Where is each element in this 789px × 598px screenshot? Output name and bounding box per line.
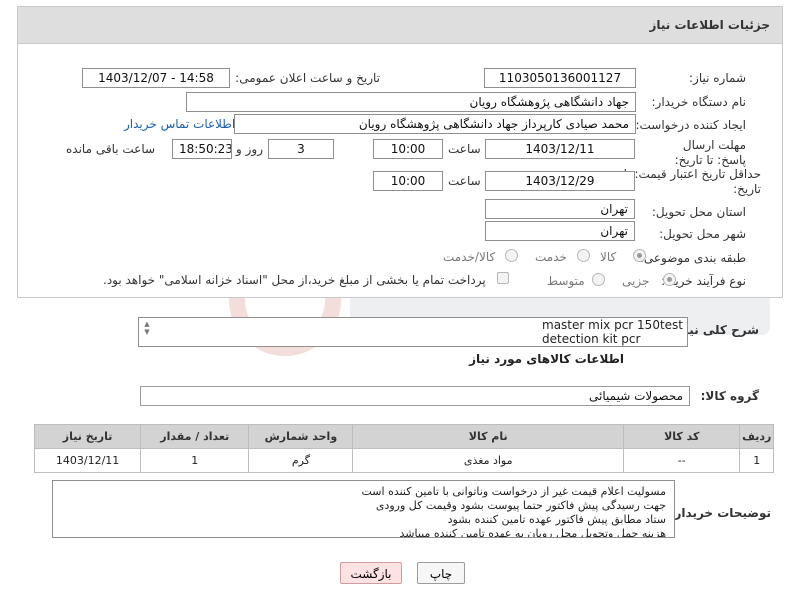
- cell-qty: 1: [140, 448, 250, 473]
- price-validity-label: حداقل تاریخ اعتبار قیمت: تا تاریخ:: [623, 167, 761, 196]
- purchase-radio-partial[interactable]: [663, 273, 676, 286]
- goods-info-title: اطلاعات کالاهای مورد نیاز: [469, 352, 624, 366]
- buyer-org-label: نام دستگاه خریدار:: [651, 95, 747, 109]
- buyer-notes-label: توضیحات خریدار:: [669, 506, 771, 520]
- print-button[interactable]: چاپ: [417, 562, 465, 584]
- cell-unit: گرم: [248, 448, 354, 473]
- announce-datetime-label: تاریخ و ساعت اعلان عمومی:: [235, 71, 380, 85]
- price-validity-time-label: ساعت: [448, 174, 481, 188]
- requester-label: ایجاد کننده درخواست:: [635, 118, 746, 132]
- buyer-notes-line-4: هزینه حمل وتحویل محل رویان به عهده تامین…: [399, 527, 666, 538]
- buyer-notes-line-1: مسولیت اعلام قیمت غیر از درخواست وناتوان…: [361, 485, 667, 498]
- requester-field[interactable]: محمد صیادی کارپرداز جهاد دانشگاهی پژوهشگ…: [234, 114, 636, 134]
- cell-name: مواد مغذی: [352, 448, 624, 473]
- category-radio-service[interactable]: [577, 249, 590, 262]
- price-validity-date-field[interactable]: 1403/12/29: [485, 171, 635, 191]
- remaining-time-label: ساعت باقی مانده: [66, 142, 156, 156]
- col-unit: واحد شمارش: [248, 424, 354, 449]
- col-qty: تعداد / مقدار: [140, 424, 250, 449]
- goods-table: ردیف کد کالا نام کالا واحد شمارش تعداد /…: [33, 424, 774, 473]
- goods-group-field[interactable]: محصولات شیمیائی: [140, 386, 690, 406]
- back-button[interactable]: بازگشت: [340, 562, 402, 584]
- description-line-2: detection kit pcr: [542, 332, 641, 346]
- goods-table-header: ردیف کد کالا نام کالا واحد شمارش تعداد /…: [33, 424, 774, 449]
- purchase-radio-medium[interactable]: [592, 273, 605, 286]
- category-label: طبقه بندی موضوعی:: [639, 251, 746, 265]
- treasury-payment-note: پرداخت تمام یا بخشی از مبلغ خرید،از محل …: [103, 273, 486, 287]
- buyer-notes-textarea[interactable]: مسولیت اعلام قیمت غیر از درخواست وناتوان…: [52, 480, 675, 538]
- category-radio-goods[interactable]: [633, 249, 646, 262]
- col-index: ردیف: [739, 424, 774, 449]
- city-field[interactable]: تهران: [485, 221, 635, 241]
- goods-group-label: گروه کالا:: [700, 389, 759, 403]
- city-label: شهر محل تحویل:: [659, 227, 746, 241]
- panel-header: جزئیات اطلاعات نیاز: [18, 7, 782, 44]
- reply-deadline-time-field[interactable]: 10:00: [373, 139, 443, 159]
- reply-days-label: روز و: [236, 142, 263, 156]
- panel-title: جزئیات اطلاعات نیاز: [649, 18, 770, 32]
- category-option-goods-service: کالا/خدمت: [443, 250, 496, 264]
- province-label: استان محل تحویل:: [651, 205, 746, 219]
- need-number-label: شماره نیاز:: [689, 71, 746, 85]
- table-row: 1 -- مواد مغذی گرم 1 1403/12/11: [33, 448, 774, 473]
- col-date: تاریخ نیاز: [33, 424, 142, 449]
- province-field[interactable]: تهران: [485, 199, 635, 219]
- buyer-notes-line-2: جهت رسیدگی پیش فاکتور حتما پیوست بشود وق…: [375, 499, 666, 512]
- treasury-payment-checkbox[interactable]: [497, 272, 509, 284]
- buyer-notes-line-3: ستاد مطابق پیش فاکتور عهده تامین کننده ب…: [447, 513, 666, 526]
- purchase-option-medium: متوسط: [547, 274, 585, 288]
- reply-deadline-time-label: ساعت: [448, 142, 481, 156]
- reply-deadline-date-field[interactable]: 1403/12/11: [485, 139, 635, 159]
- reply-days-field[interactable]: 3: [268, 139, 334, 159]
- description-line-1: master mix pcr 150test: [542, 318, 683, 332]
- category-option-service: خدمت: [535, 250, 567, 264]
- purchase-option-partial: جزیی: [622, 274, 650, 288]
- category-radio-goods-service[interactable]: [505, 249, 518, 262]
- cell-index: 1: [739, 448, 774, 473]
- need-number-field[interactable]: 1103050136001127: [484, 68, 636, 88]
- col-code: کد کالا: [622, 424, 741, 449]
- announce-datetime-field[interactable]: 1403/12/07 - 14:58: [82, 68, 230, 88]
- reply-deadline-label: مهلت ارسال پاسخ: تا تاریخ:: [674, 138, 746, 167]
- cell-date: 1403/12/11: [33, 448, 142, 473]
- buyer-contact-link[interactable]: اطلاعات تماس خریدار: [124, 117, 235, 131]
- remaining-time-field[interactable]: 18:50:23: [172, 139, 232, 159]
- scroll-arrows-icon[interactable]: ▲ ▼: [141, 320, 153, 336]
- category-option-goods: کالا: [600, 250, 617, 264]
- buyer-org-field[interactable]: جهاد دانشگاهی پژوهشگاه رویان: [186, 92, 636, 112]
- cell-code: --: [622, 448, 741, 473]
- col-name: نام کالا: [352, 424, 624, 449]
- description-textarea[interactable]: ▲ ▼ master mix pcr 150test detection kit …: [138, 317, 688, 347]
- price-validity-time-field[interactable]: 10:00: [373, 171, 443, 191]
